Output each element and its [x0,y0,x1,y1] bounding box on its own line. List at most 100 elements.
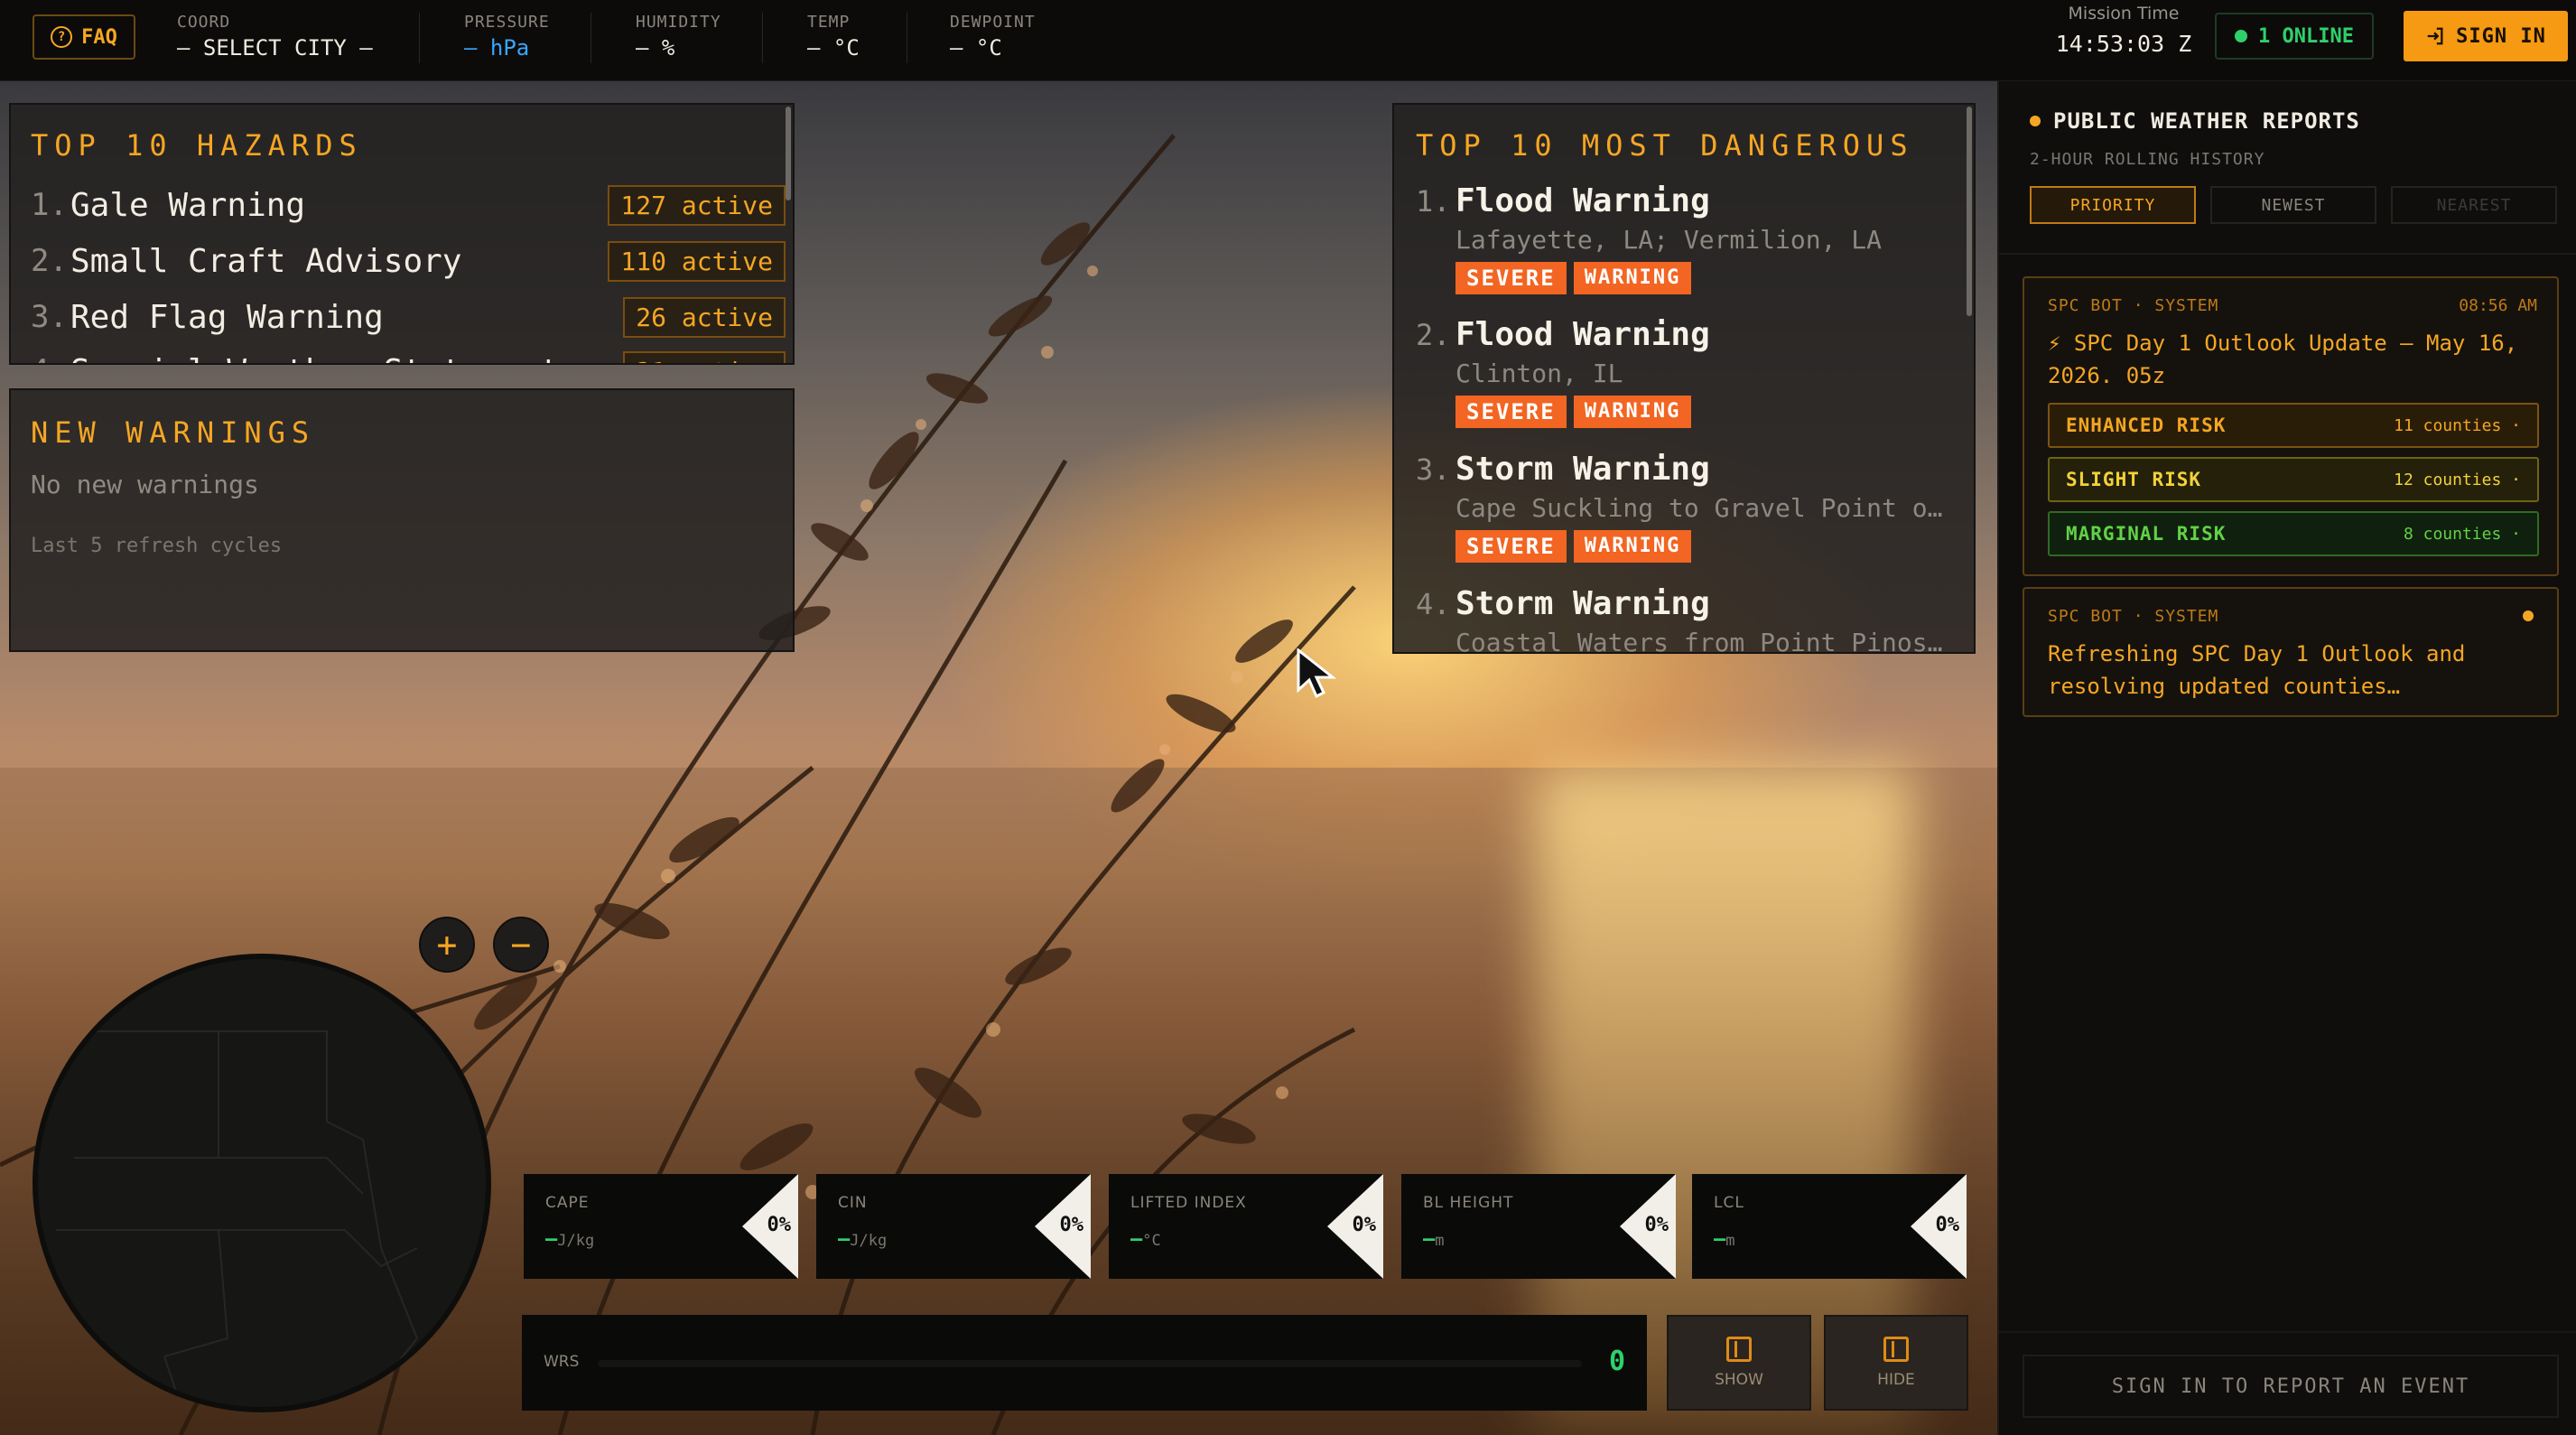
cin-card: CIN —J/kg 0% [816,1174,1091,1279]
top-hazards-panel[interactable]: TOP 10 HAZARDS 1. Gale Warning 127 activ… [9,103,795,365]
hide-label: HIDE [1877,1371,1915,1389]
dangerous-name: Storm Warning [1455,585,1710,622]
dangerous-item[interactable]: 3. Storm Warning Cape Suckling to Gravel… [1416,451,1958,563]
dewpoint-value: — °C [950,35,1002,61]
hazard-rank: 4. [31,353,70,363]
county-borders [56,1030,419,1407]
cape-card: CAPE —J/kg 0% [524,1174,798,1279]
pressure-readout: PRESSURE — hPa [464,13,550,61]
card-percent: 0% [767,1214,792,1236]
hazard-count-badge: 127 active [608,184,786,226]
new-warnings-empty: No new warnings [31,470,259,499]
divider [762,13,763,63]
dangerous-name: Flood Warning [1455,316,1710,353]
tab-priority[interactable]: PRIORITY [2030,186,2196,224]
card-label: LIFTED INDEX [1130,1194,1247,1212]
hazard-rank: 2. [31,243,68,279]
severity-badge: SEVERE [1455,530,1567,563]
wrs-value: 0 [1608,1346,1625,1377]
hazards-scrollbar[interactable] [786,107,791,200]
hazard-row[interactable]: 2. Small Craft Advisory 110 active [31,238,786,284]
risk-count: 12 counties · [2394,470,2521,489]
risk-name: SLIGHT RISK [2066,469,2202,490]
mission-time: Mission Time 14:53:03 Z [2051,4,2196,57]
dangerous-name: Flood Warning [1455,182,1710,219]
hazard-name: Special Weather Statement [70,353,623,364]
card-percent: 0% [1059,1214,1084,1236]
online-count: 1 ONLINE [2258,24,2354,48]
pressure-dash: — [464,35,478,61]
loading-dot-icon [2523,610,2534,621]
dangerous-item[interactable]: 1. Flood Warning Lafayette, LA; Vermilio… [1416,182,1958,294]
card-percent: 0% [1644,1214,1669,1236]
card-label: LCL [1714,1194,1744,1212]
dangerous-scrollbar[interactable] [1967,107,1972,316]
risk-count: 11 counties · [2394,415,2521,435]
show-label: SHOW [1715,1371,1763,1389]
hazard-row[interactable]: 1. Gale Warning 127 active [31,182,786,228]
most-dangerous-panel[interactable]: TOP 10 MOST DANGEROUS 1. Flood Warning L… [1392,103,1976,654]
risk-marginal[interactable]: MARGINAL RISK 8 counties · [2048,511,2539,556]
report-card[interactable]: SPC BOT · SYSTEM Refreshing SPC Day 1 Ou… [2023,587,2559,717]
reports-sidebar: PUBLIC WEATHER REPORTS 2-HOUR ROLLING HI… [1997,81,2576,1435]
card-percent: 0% [1935,1214,1960,1236]
online-dot-icon [2235,30,2248,42]
mission-time-label: Mission Time [2068,4,2180,23]
most-dangerous-title: TOP 10 MOST DANGEROUS [1416,128,1914,163]
panel-hide-icon [1883,1337,1909,1362]
card-value: — [1714,1228,1726,1251]
temp-value: — °C [807,35,860,61]
risk-slight[interactable]: SLIGHT RISK 12 counties · [2048,457,2539,502]
divider [1999,1331,2576,1333]
zoom-in-button[interactable]: + [419,917,475,973]
faq-button[interactable]: ? FAQ [33,14,135,60]
hazard-row[interactable]: 4. Special Weather Statement 21 active [31,349,786,364]
hazard-row[interactable]: 3. Red Flag Warning 26 active [31,294,786,340]
mission-time-value: 14:53:03 Z [2055,31,2192,57]
sign-in-button[interactable]: SIGN IN [2404,11,2568,61]
report-card[interactable]: SPC BOT · SYSTEM 08:56 AM ⚡ SPC Day 1 Ou… [2023,276,2559,576]
zoom-out-button[interactable]: − [493,917,549,973]
online-status-badge: 1 ONLINE [2215,13,2374,60]
risk-enhanced[interactable]: ENHANCED RISK 11 counties · [2048,403,2539,448]
mini-map[interactable] [33,954,491,1412]
dangerous-item[interactable]: 4. Storm Warning Coastal Waters from Poi… [1416,585,1958,652]
show-button[interactable]: SHOW [1667,1315,1811,1411]
new-warnings-panel: NEW WARNINGS No new warnings Last 5 refr… [9,388,795,652]
hazard-count-badge: 110 active [608,240,786,282]
reports-subtitle: 2-HOUR ROLLING HISTORY [2030,150,2265,169]
hide-button[interactable]: HIDE [1824,1315,1968,1411]
dangerous-rank: 4. [1416,587,1451,621]
pressure-label: PRESSURE [464,13,550,32]
hazard-rank: 3. [31,299,68,335]
dangerous-location: Lafayette, LA; Vermilion, LA [1455,225,1883,255]
sign-in-label: SIGN IN [2456,24,2546,48]
card-unit: J/kg [850,1232,888,1250]
lifted-index-card: LIFTED INDEX —°C 0% [1109,1174,1383,1279]
tab-newest[interactable]: NEWEST [2210,186,2376,224]
card-label: CIN [838,1194,868,1212]
card-value: — [838,1228,851,1251]
report-event-button[interactable]: SIGN IN TO REPORT AN EVENT [2023,1355,2559,1418]
new-warnings-title: NEW WARNINGS [31,415,316,450]
hazard-name: Small Craft Advisory [70,242,462,280]
dangerous-item[interactable]: 2. Flood Warning Clinton, IL SEVERE WARN… [1416,316,1958,428]
dangerous-rank: 1. [1416,184,1451,219]
temp-readout: TEMP — °C [807,13,860,61]
pressure-unit: hPa [489,35,530,61]
tab-nearest[interactable]: NEAREST [2391,186,2557,224]
temp-label: TEMP [807,13,851,32]
hazard-rank: 1. [31,187,68,223]
type-badge: WARNING [1573,530,1692,563]
humidity-label: HUMIDITY [636,13,721,32]
coord-readout[interactable]: COORD — SELECT CITY — [177,13,373,61]
top-bar: ? FAQ COORD — SELECT CITY — PRESSURE — h… [0,0,2576,81]
hazards-title: TOP 10 HAZARDS [31,128,363,163]
severity-badge: SEVERE [1455,396,1567,428]
dangerous-location: Cape Suckling to Gravel Point out to 15 … [1455,493,1958,523]
severity-badge: SEVERE [1455,262,1567,294]
card-value: — [1423,1228,1436,1251]
type-badge: WARNING [1573,262,1692,294]
risk-name: ENHANCED RISK [2066,415,2227,436]
card-label: BL HEIGHT [1423,1194,1514,1212]
